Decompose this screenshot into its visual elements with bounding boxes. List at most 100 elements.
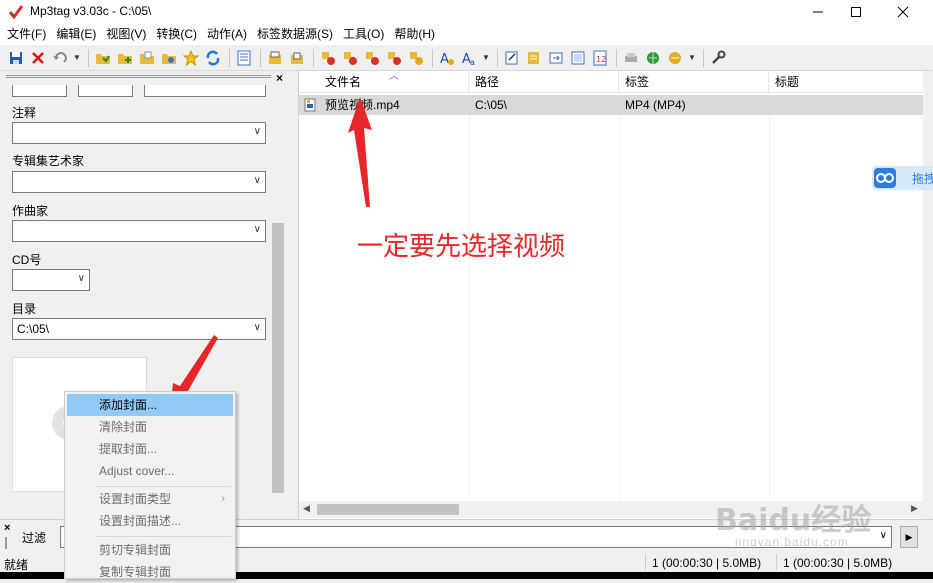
baidu-cloud-icon[interactable] [874, 168, 896, 188]
menu-separator [95, 536, 231, 537]
tag-to-tag-icon[interactable] [384, 48, 404, 68]
menu-help[interactable]: 帮助(H) [389, 24, 440, 45]
filter-close-icon[interactable]: × [4, 522, 10, 534]
column-title[interactable]: 标题 [769, 71, 924, 93]
undo-dropdown-icon[interactable]: ▼ [72, 48, 82, 68]
baidu-widget-label: 拖拽 [912, 172, 933, 186]
paste-tag-icon[interactable] [287, 48, 307, 68]
toolbar-separator [703, 48, 704, 67]
menu-convert[interactable]: 转换(C) [151, 24, 202, 45]
web-sources-icon[interactable] [665, 48, 685, 68]
filter-grip [5, 537, 7, 549]
column-path[interactable]: 路径 [469, 71, 619, 93]
playlist-number-icon[interactable]: 12 [590, 48, 610, 68]
svg-text:12: 12 [596, 55, 606, 64]
web-source-icon[interactable] [643, 48, 663, 68]
case-conversion-icon[interactable]: A [437, 48, 457, 68]
status-divider [776, 554, 777, 570]
chevron-down-icon: ∨ [253, 175, 261, 186]
table-row[interactable]: 预览视频.mp4 C:\05\ MP4 (MP4) [299, 95, 924, 115]
menu-edit[interactable]: 编辑(E) [51, 24, 101, 45]
composer-label: 作曲家 [12, 204, 49, 218]
menu-tools[interactable]: 工具(O) [338, 24, 389, 45]
menu-item-extract-cover[interactable]: 提取封面... [67, 438, 233, 460]
toolbar-separator [260, 48, 261, 67]
column-divider [769, 93, 770, 499]
panel-splitter[interactable] [290, 71, 298, 519]
title-bar: Mp3tag v3.03c - C:\05\ [0, 0, 933, 24]
text-file-to-tag-icon[interactable] [362, 48, 382, 68]
menu-item-remove-cover[interactable]: 清除封面 [67, 416, 233, 438]
favorites-star-icon[interactable] [181, 48, 201, 68]
refresh-icon[interactable] [203, 48, 223, 68]
menu-actions[interactable]: 动作(A) [202, 24, 252, 45]
extended-tags-icon[interactable] [502, 48, 522, 68]
actions-dropdown-icon[interactable]: ▼ [481, 48, 491, 68]
freedb-icon[interactable] [621, 48, 641, 68]
directory-field[interactable]: C:\05\ ∨ [12, 318, 266, 340]
menu-bar: 文件(F) 编辑(E) 视图(V) 转换(C) 动作(A) 标签数据源(S) 工… [0, 24, 933, 45]
comment-field[interactable]: ∨ [12, 122, 266, 144]
comment-label: 注释 [12, 106, 37, 120]
scroll-right-icon[interactable]: ▶ [911, 503, 918, 514]
tag-source-icon[interactable] [524, 48, 544, 68]
window-title: Mp3tag v3.03c - C:\05\ [30, 4, 152, 18]
baidu-watermark: Baidu经验 [715, 503, 872, 538]
remove-tag-icon[interactable] [28, 48, 48, 68]
menu-tag-sources[interactable]: 标签数据源(S) [252, 24, 338, 45]
menu-item-adjust-cover[interactable]: Adjust cover... [67, 460, 233, 482]
menu-separator [95, 486, 231, 487]
composer-field[interactable]: ∨ [12, 220, 266, 242]
select-all-icon[interactable] [234, 48, 254, 68]
menu-item-copy-cover[interactable]: 复制专辑封面 [67, 561, 233, 583]
file-list-header: 文件名 路径 标签 标题 ︿ [299, 71, 924, 93]
menu-item-set-cover-type[interactable]: 设置封面类型 › [67, 488, 233, 510]
horizontal-scrollbar-thumb[interactable] [317, 504, 459, 515]
menu-file[interactable]: 文件(F) [2, 24, 51, 45]
album-artist-label: 专辑集艺术家 [12, 154, 85, 168]
playlist-icon[interactable] [159, 48, 179, 68]
maximize-icon[interactable] [833, 0, 879, 24]
panel-close-icon[interactable]: × [276, 71, 283, 85]
menu-item-cut-cover[interactable]: 剪切专辑封面 [67, 539, 233, 561]
column-divider [619, 93, 620, 499]
export-playlist-icon[interactable] [568, 48, 588, 68]
settings-wrench-icon[interactable] [708, 48, 728, 68]
change-directory-icon[interactable] [93, 48, 113, 68]
annotation-arrow-up-icon [348, 97, 372, 207]
status-text: 就绪 [4, 558, 29, 572]
close-icon[interactable] [880, 0, 926, 24]
panel-grip[interactable] [6, 75, 271, 78]
column-tag[interactable]: 标签 [619, 71, 769, 93]
actions-icon[interactable]: Aa [459, 48, 479, 68]
menu-item-set-cover-description[interactable]: 设置封面描述... [67, 510, 233, 532]
panel-scrollbar-thumb[interactable] [272, 223, 284, 493]
submenu-arrow-icon: › [221, 493, 225, 505]
menu-view[interactable]: 视图(V) [101, 24, 151, 45]
add-directory-icon[interactable] [115, 48, 135, 68]
filename-to-tag-icon[interactable] [318, 48, 338, 68]
status-divider [645, 554, 646, 570]
chevron-down-icon: ∨ [253, 322, 261, 333]
tag-to-filename-icon[interactable] [340, 48, 360, 68]
toolbar-separator [88, 48, 89, 67]
scroll-left-icon[interactable]: ◀ [303, 503, 310, 514]
toolbar: ▼ A Aa ▼ 12 ▼ [0, 45, 933, 71]
genre-input[interactable] [144, 85, 266, 97]
copy-tag-icon[interactable] [265, 48, 285, 68]
filter-apply-button[interactable]: ▶ [900, 526, 918, 548]
disc-number-field[interactable]: ∨ [12, 269, 90, 291]
cover-context-menu: 添加封面... 清除封面 提取封面... Adjust cover... 设置封… [64, 391, 236, 579]
auto-numbering-icon[interactable] [406, 48, 426, 68]
album-artist-field[interactable]: ∨ [12, 171, 266, 193]
directory-label: 目录 [12, 302, 37, 316]
menu-item-add-cover[interactable]: 添加封面... [67, 394, 233, 416]
save-icon[interactable] [6, 48, 26, 68]
toolbar-separator [497, 48, 498, 67]
year-input[interactable] [78, 85, 133, 97]
open-folder-icon[interactable] [137, 48, 157, 68]
export-icon[interactable] [546, 48, 566, 68]
track-input[interactable] [12, 85, 67, 97]
web-sources-dropdown-icon[interactable]: ▼ [687, 48, 697, 68]
undo-icon[interactable] [50, 48, 70, 68]
